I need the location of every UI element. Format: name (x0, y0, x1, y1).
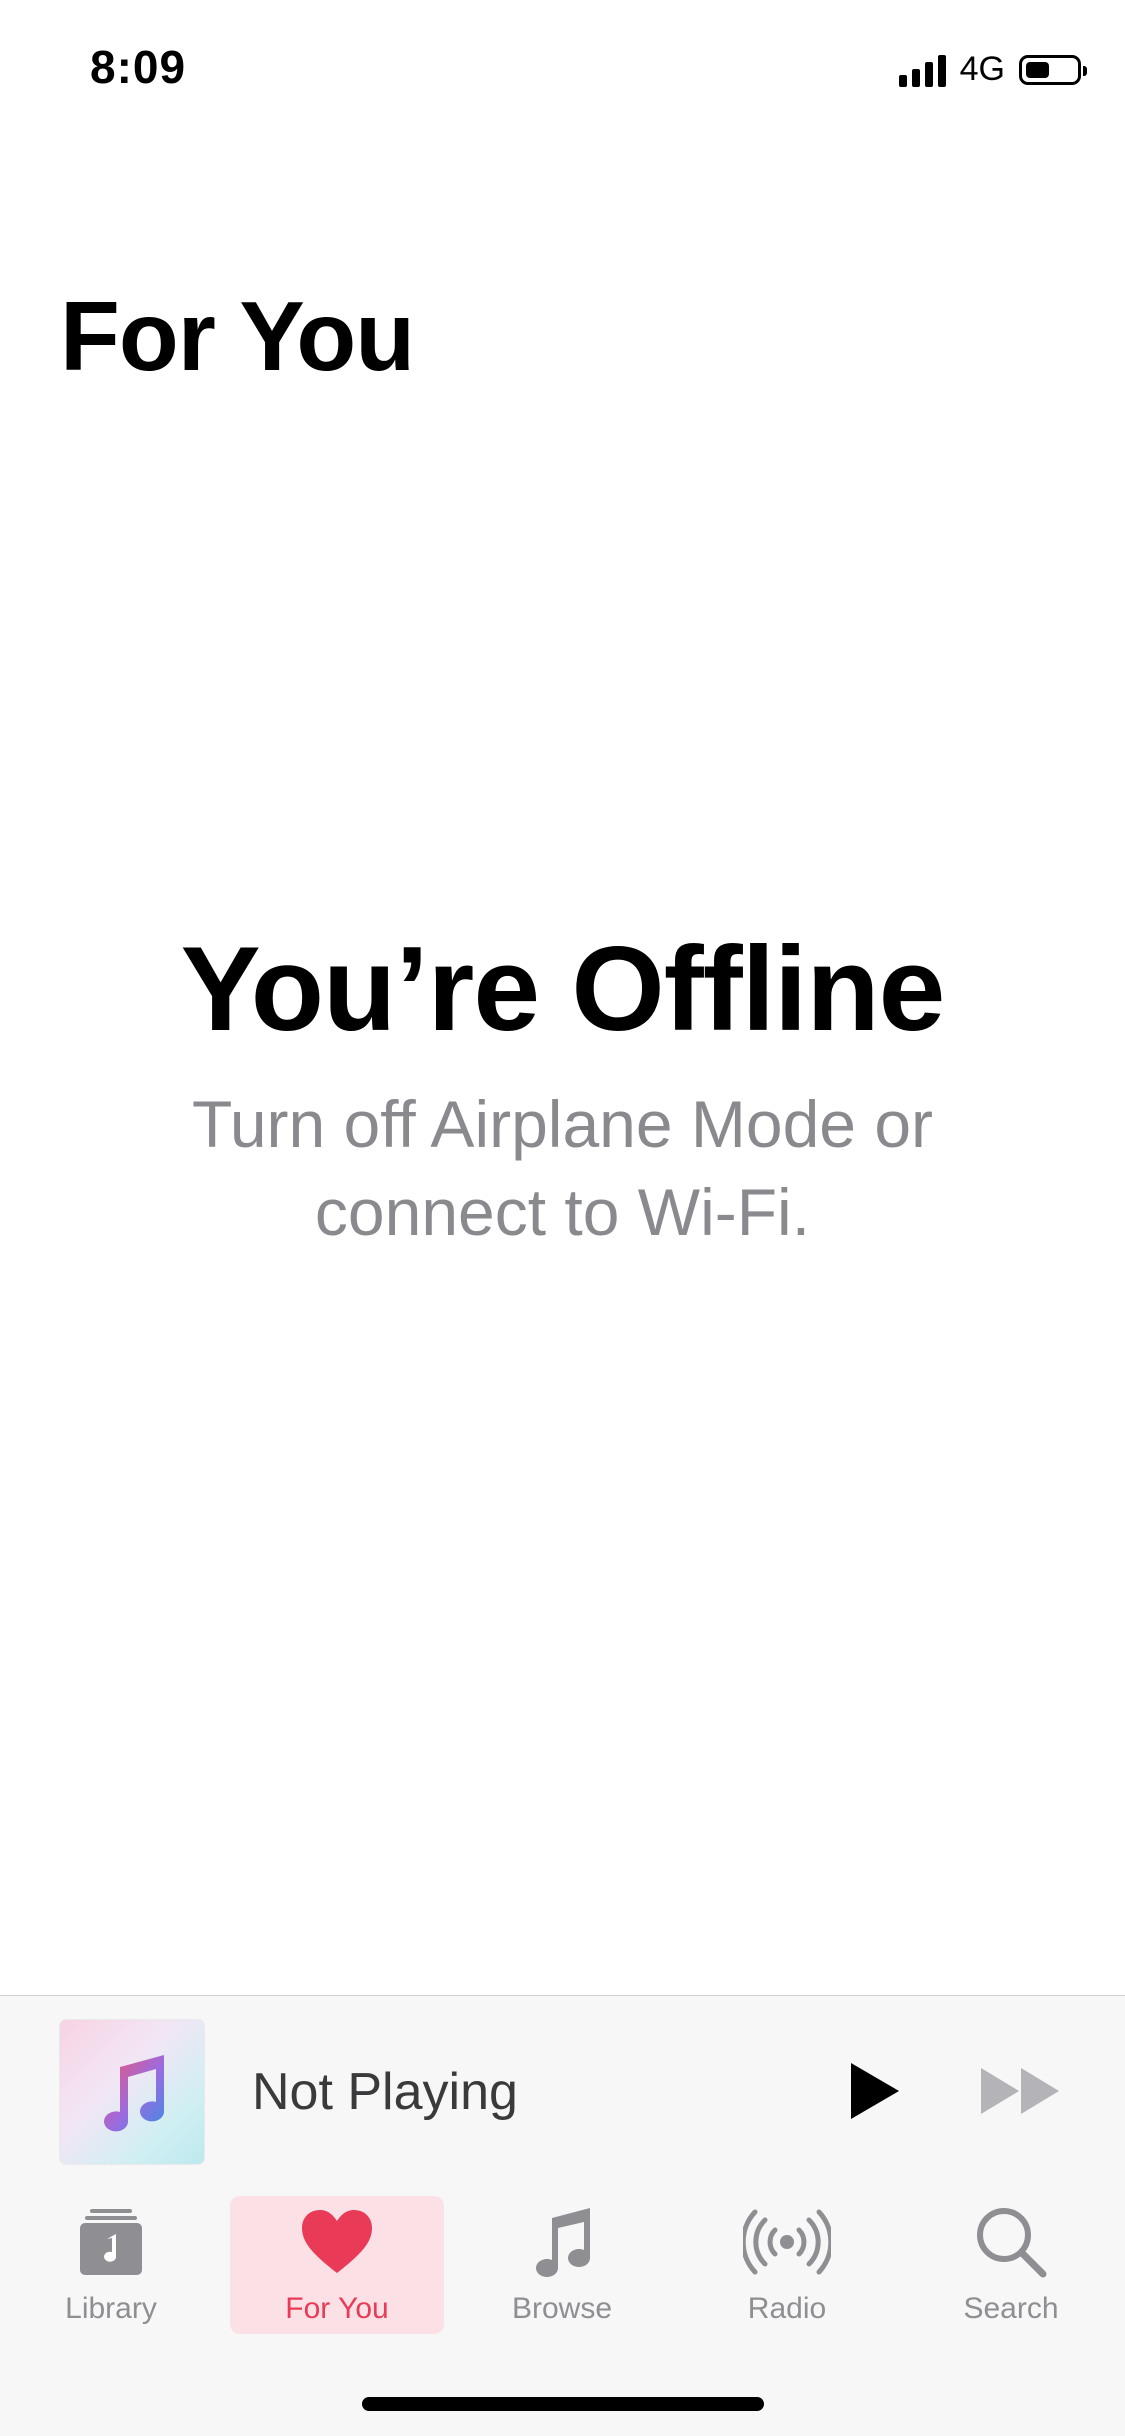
fast-forward-icon (981, 2068, 1059, 2114)
tab-radio[interactable]: Radio (680, 2196, 894, 2334)
tab-for-you[interactable]: For You (230, 2196, 444, 2334)
tab-label: Browse (511, 2292, 613, 2325)
battery-level (1026, 61, 1049, 78)
tab-label: Library (65, 2292, 157, 2325)
tab-browse[interactable]: Browse (455, 2196, 669, 2334)
music-note-icon (104, 2055, 165, 2132)
offline-title: You’re Offline (180, 922, 946, 1056)
play-icon (851, 2063, 899, 2119)
mini-player[interactable]: Not Playing (0, 1995, 1125, 2189)
forward-button[interactable] (970, 2046, 1070, 2136)
offline-message: You’re Offline Turn off Airplane Mode or… (0, 920, 1125, 1256)
radio-icon (743, 2196, 831, 2288)
tab-label: Search (963, 2292, 1059, 2325)
tab-search[interactable]: Search (904, 2196, 1118, 2334)
library-icon (80, 2196, 142, 2288)
now-playing-title: Not Playing (252, 2063, 518, 2121)
offline-subtitle: Turn off Airplane Mode or connect to Wi-… (191, 1087, 934, 1249)
home-indicator[interactable] (362, 2397, 764, 2411)
battery-icon (1019, 54, 1087, 85)
status-bar: 8:09 4G (0, 0, 1125, 132)
music-note-icon (530, 2196, 594, 2288)
network-type: 4G (959, 50, 1005, 88)
status-indicators: 4G (898, 50, 1087, 89)
cellular-signal-icon (898, 53, 946, 87)
album-artwork[interactable] (60, 2020, 204, 2164)
tab-label: Radio (747, 2292, 827, 2325)
play-button[interactable] (830, 2046, 920, 2136)
heart-icon (300, 2196, 374, 2288)
tab-library[interactable]: Library (4, 2196, 218, 2334)
tab-label: For You (285, 2292, 389, 2325)
status-time: 8:09 (90, 41, 187, 93)
search-icon (975, 2196, 1047, 2288)
page-title: For You (60, 281, 415, 391)
